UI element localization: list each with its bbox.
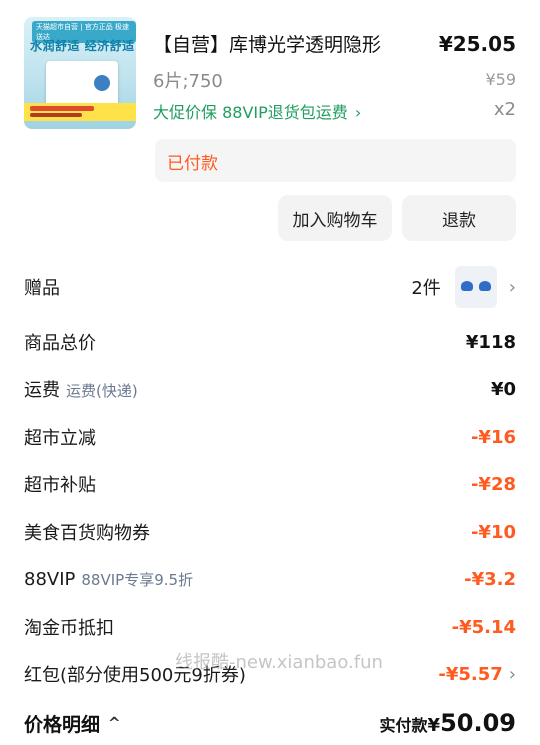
row-label: 运费 运费(快递) <box>24 380 138 401</box>
price-row-shipping: 运费 运费(快递) ¥0 <box>24 374 516 404</box>
thumbnail-headline: 水润舒适 经济舒适 <box>30 39 135 53</box>
lens-box-image <box>46 61 118 107</box>
price-row-coupon: 美食百货购物券 -¥10 <box>24 517 516 547</box>
row-label: 超市立减 <box>24 428 96 449</box>
order-status: 已付款 <box>155 139 516 182</box>
price-row-subsidy: 超市补贴 -¥28 <box>24 469 516 499</box>
promo-band-image <box>24 103 136 121</box>
row-value: -¥10 <box>470 521 516 543</box>
gift-label: 赠品 <box>24 278 60 299</box>
price-detail-label: 价格明细 <box>24 713 101 736</box>
row-value: -¥5.14 <box>451 616 516 638</box>
price-row-discount: 超市立减 -¥16 <box>24 422 516 452</box>
total-currency: ¥ <box>427 715 441 736</box>
row-label: 美食百货购物券 <box>24 523 150 544</box>
row-value: ¥118 <box>465 331 516 353</box>
price-footer: 价格明细 ^ 实付款 ¥ 50.09 <box>24 705 516 741</box>
price-detail-toggle[interactable]: 价格明细 ^ <box>24 710 121 737</box>
total-label: 实付款 <box>379 716 428 735</box>
original-price: ¥59 <box>485 70 516 89</box>
product-price: ¥25.05 <box>438 32 516 56</box>
gift-count: 2件 <box>411 278 441 299</box>
watermark: 线报酷-new.xianbao.fun <box>175 652 383 673</box>
add-to-cart-button[interactable]: 加入购物车 <box>278 195 392 241</box>
gift-thumbnail <box>454 266 497 308</box>
product-sku: 6片;750 <box>153 71 223 92</box>
row-sub-label: 88VIP专享9.5折 <box>81 570 194 589</box>
price-row-88vip: 88VIP 88VIP专享9.5折 -¥3.2 <box>24 564 516 594</box>
row-value: -¥3.2 <box>464 568 516 590</box>
chevron-right-icon: › <box>354 103 362 122</box>
total-paid: 实付款 ¥ 50.09 <box>380 709 516 737</box>
row-value: -¥16 <box>470 426 516 448</box>
row-sub-label: 运费(快递) <box>66 382 138 400</box>
total-amount: 50.09 <box>440 709 516 737</box>
chevron-right-icon: › <box>508 663 516 685</box>
row-label: 超市补贴 <box>24 475 96 496</box>
refund-button[interactable]: 退款 <box>402 195 516 241</box>
row-label: 88VIP 88VIP专享9.5折 <box>24 568 194 590</box>
product-thumbnail[interactable]: 天猫超市自营 | 官方正品 极速送达 水润舒适 经济舒适 <box>24 17 136 129</box>
order-product-card[interactable]: 天猫超市自营 | 官方正品 极速送达 水润舒适 经济舒适 【自营】库博光学透明隐… <box>0 0 540 255</box>
product-title[interactable]: 【自营】库博光学透明隐形 <box>153 30 381 57</box>
price-row-coins: 淘金币抵扣 -¥5.14 <box>24 612 516 642</box>
row-label: 淘金币抵扣 <box>24 618 114 639</box>
price-row-subtotal: 商品总价 ¥118 <box>24 327 516 357</box>
chevron-up-icon: ^ <box>108 714 121 732</box>
gift-row[interactable]: 赠品 2件 › <box>24 266 516 308</box>
row-label: 商品总价 <box>24 333 96 354</box>
promo-text: 大促价保 88VIP退货包运费 <box>153 103 348 122</box>
product-quantity: x2 <box>493 99 516 120</box>
row-value: -¥5.57 <box>438 663 503 685</box>
chevron-right-icon: › <box>508 276 516 298</box>
row-value: ¥0 <box>490 378 516 400</box>
promo-guarantee-link[interactable]: 大促价保 88VIP退货包运费 › <box>153 99 361 123</box>
gift-summary[interactable]: 2件 › <box>411 266 516 308</box>
row-value: -¥28 <box>470 473 516 495</box>
